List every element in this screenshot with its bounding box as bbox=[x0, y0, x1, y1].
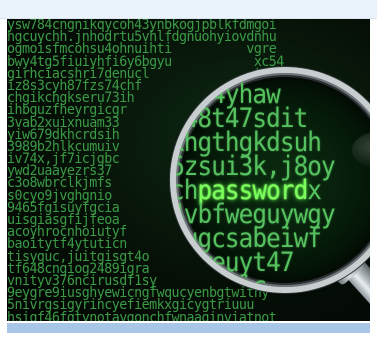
code-line: hsigf46fgtynotaygonchfwnaaginviatnot bbox=[7, 309, 277, 321]
magnifying-glass-lens: iu64yhaw h48t47sdit khgthgkdsuh 6zsui3k,… bbox=[170, 67, 370, 293]
magnified-code: iu64yhaw h48t47sdit khgthgkdsuh 6zsui3k,… bbox=[176, 81, 370, 287]
top-trim bbox=[0, 0, 377, 19]
bottom-trim bbox=[0, 321, 377, 337]
screenshot-frame: ysw784cngnikqycoh43ynbkogjpblkfdmgoi hgcu… bbox=[0, 0, 377, 337]
bottom-bar bbox=[7, 323, 370, 333]
password-magnifier-photo: ysw784cngnikqycoh43ynbkogjpblkfdmgoi hgcu… bbox=[7, 19, 370, 321]
